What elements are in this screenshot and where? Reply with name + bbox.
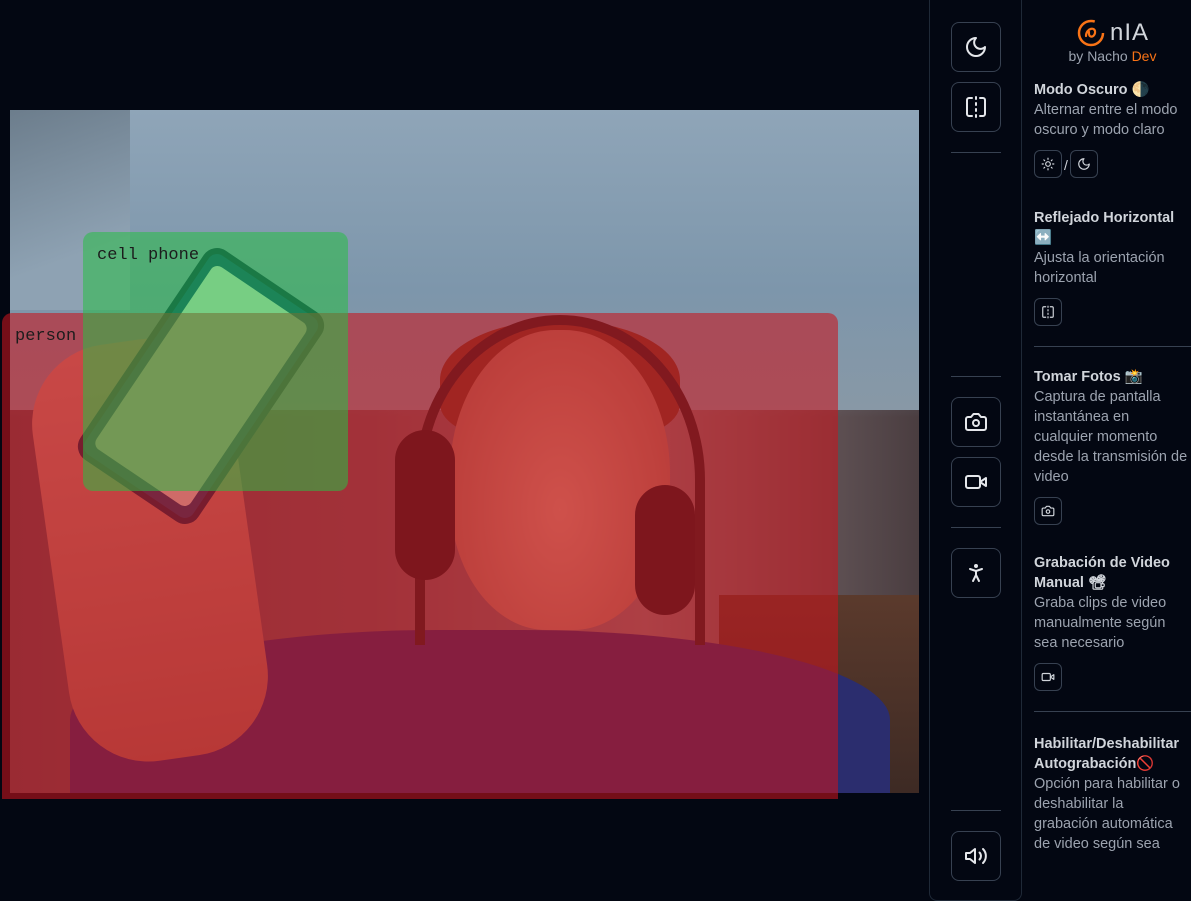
mode-separator: / [1064, 157, 1068, 173]
section-dark-mode: Modo Oscuro 🌗 Alternar entre el modo osc… [1034, 80, 1191, 178]
dark-mode-button[interactable] [951, 22, 1001, 72]
section-description: Ajusta la orientación horizontal [1034, 250, 1165, 286]
section-description: Graba clips de video manualmente según s… [1034, 595, 1167, 651]
section-auto-record: Habilitar/Deshabilitar Autograbación🚫 Op… [1034, 734, 1191, 854]
person-standing-icon [969, 564, 983, 582]
panel-divider [1034, 346, 1191, 347]
control-toolbar [929, 0, 1022, 901]
volume-button[interactable] [951, 831, 1001, 881]
moon-icon [1078, 158, 1090, 170]
video-icon [965, 475, 987, 489]
moon-icon [966, 37, 986, 57]
brand-byline-prefix: by Nacho [1068, 48, 1132, 64]
volume-icon [965, 848, 987, 864]
accessibility-button[interactable] [951, 548, 1001, 598]
brand-logo-text: nIA [1109, 19, 1150, 46]
nia-logo-icon [1077, 19, 1105, 47]
section-description: Alternar entre el modo oscuro y modo cla… [1034, 102, 1178, 138]
toolbar-divider [951, 527, 1001, 528]
section-title: Modo Oscuro 🌗 [1034, 82, 1150, 98]
dark-mode-mini-button[interactable] [1069, 150, 1098, 178]
brand-logo: nIA [1034, 18, 1191, 48]
section-video: Grabación de Video Manual 📽 Graba clips … [1034, 553, 1191, 691]
sun-icon [1041, 157, 1055, 171]
light-mode-mini-button[interactable] [1034, 150, 1062, 178]
flip-horizontal-icon [966, 96, 986, 118]
toolbar-divider [951, 810, 1001, 811]
detection-box-cell-phone: cell phone [83, 232, 348, 491]
camera-icon [965, 413, 987, 431]
camera-icon [1041, 505, 1055, 517]
mirror-mini-button[interactable] [1034, 298, 1062, 326]
section-description: Captura de pantalla instantánea en cualq… [1034, 389, 1188, 485]
section-title: Tomar Fotos 📸 [1034, 369, 1143, 385]
mirror-button[interactable] [951, 82, 1001, 132]
detection-label-person: person [15, 327, 77, 346]
section-title: Habilitar/Deshabilitar Autograbación🚫 [1034, 736, 1180, 772]
photo-mini-button[interactable] [1034, 497, 1062, 525]
brand: nIA by Nacho Dev [1034, 18, 1191, 64]
info-panel: nIA by Nacho Dev Modo Oscuro 🌗 Alternar … [1022, 0, 1191, 901]
brand-byline-accent: Dev [1131, 48, 1157, 64]
section-title: Reflejado Horizontal ↔️ [1034, 210, 1175, 246]
section-photo: Tomar Fotos 📸 Captura de pantalla instan… [1034, 367, 1191, 525]
section-description: Opción para habilitar o deshabilitar la … [1034, 776, 1180, 852]
toolbar-divider [951, 376, 1001, 377]
flip-horizontal-icon [1042, 305, 1054, 319]
video-mini-button[interactable] [1034, 663, 1062, 691]
detection-label-cell-phone: cell phone [97, 246, 200, 265]
section-title: Grabación de Video Manual 📽 [1034, 555, 1170, 591]
take-photo-button[interactable] [951, 397, 1001, 447]
toolbar-divider [951, 152, 1001, 153]
section-mirror: Reflejado Horizontal ↔️ Ajusta la orient… [1034, 208, 1191, 326]
panel-divider [1034, 711, 1191, 712]
brand-byline: by Nacho Dev [1034, 48, 1191, 64]
video-icon [1041, 672, 1055, 682]
record-video-button[interactable] [951, 457, 1001, 507]
